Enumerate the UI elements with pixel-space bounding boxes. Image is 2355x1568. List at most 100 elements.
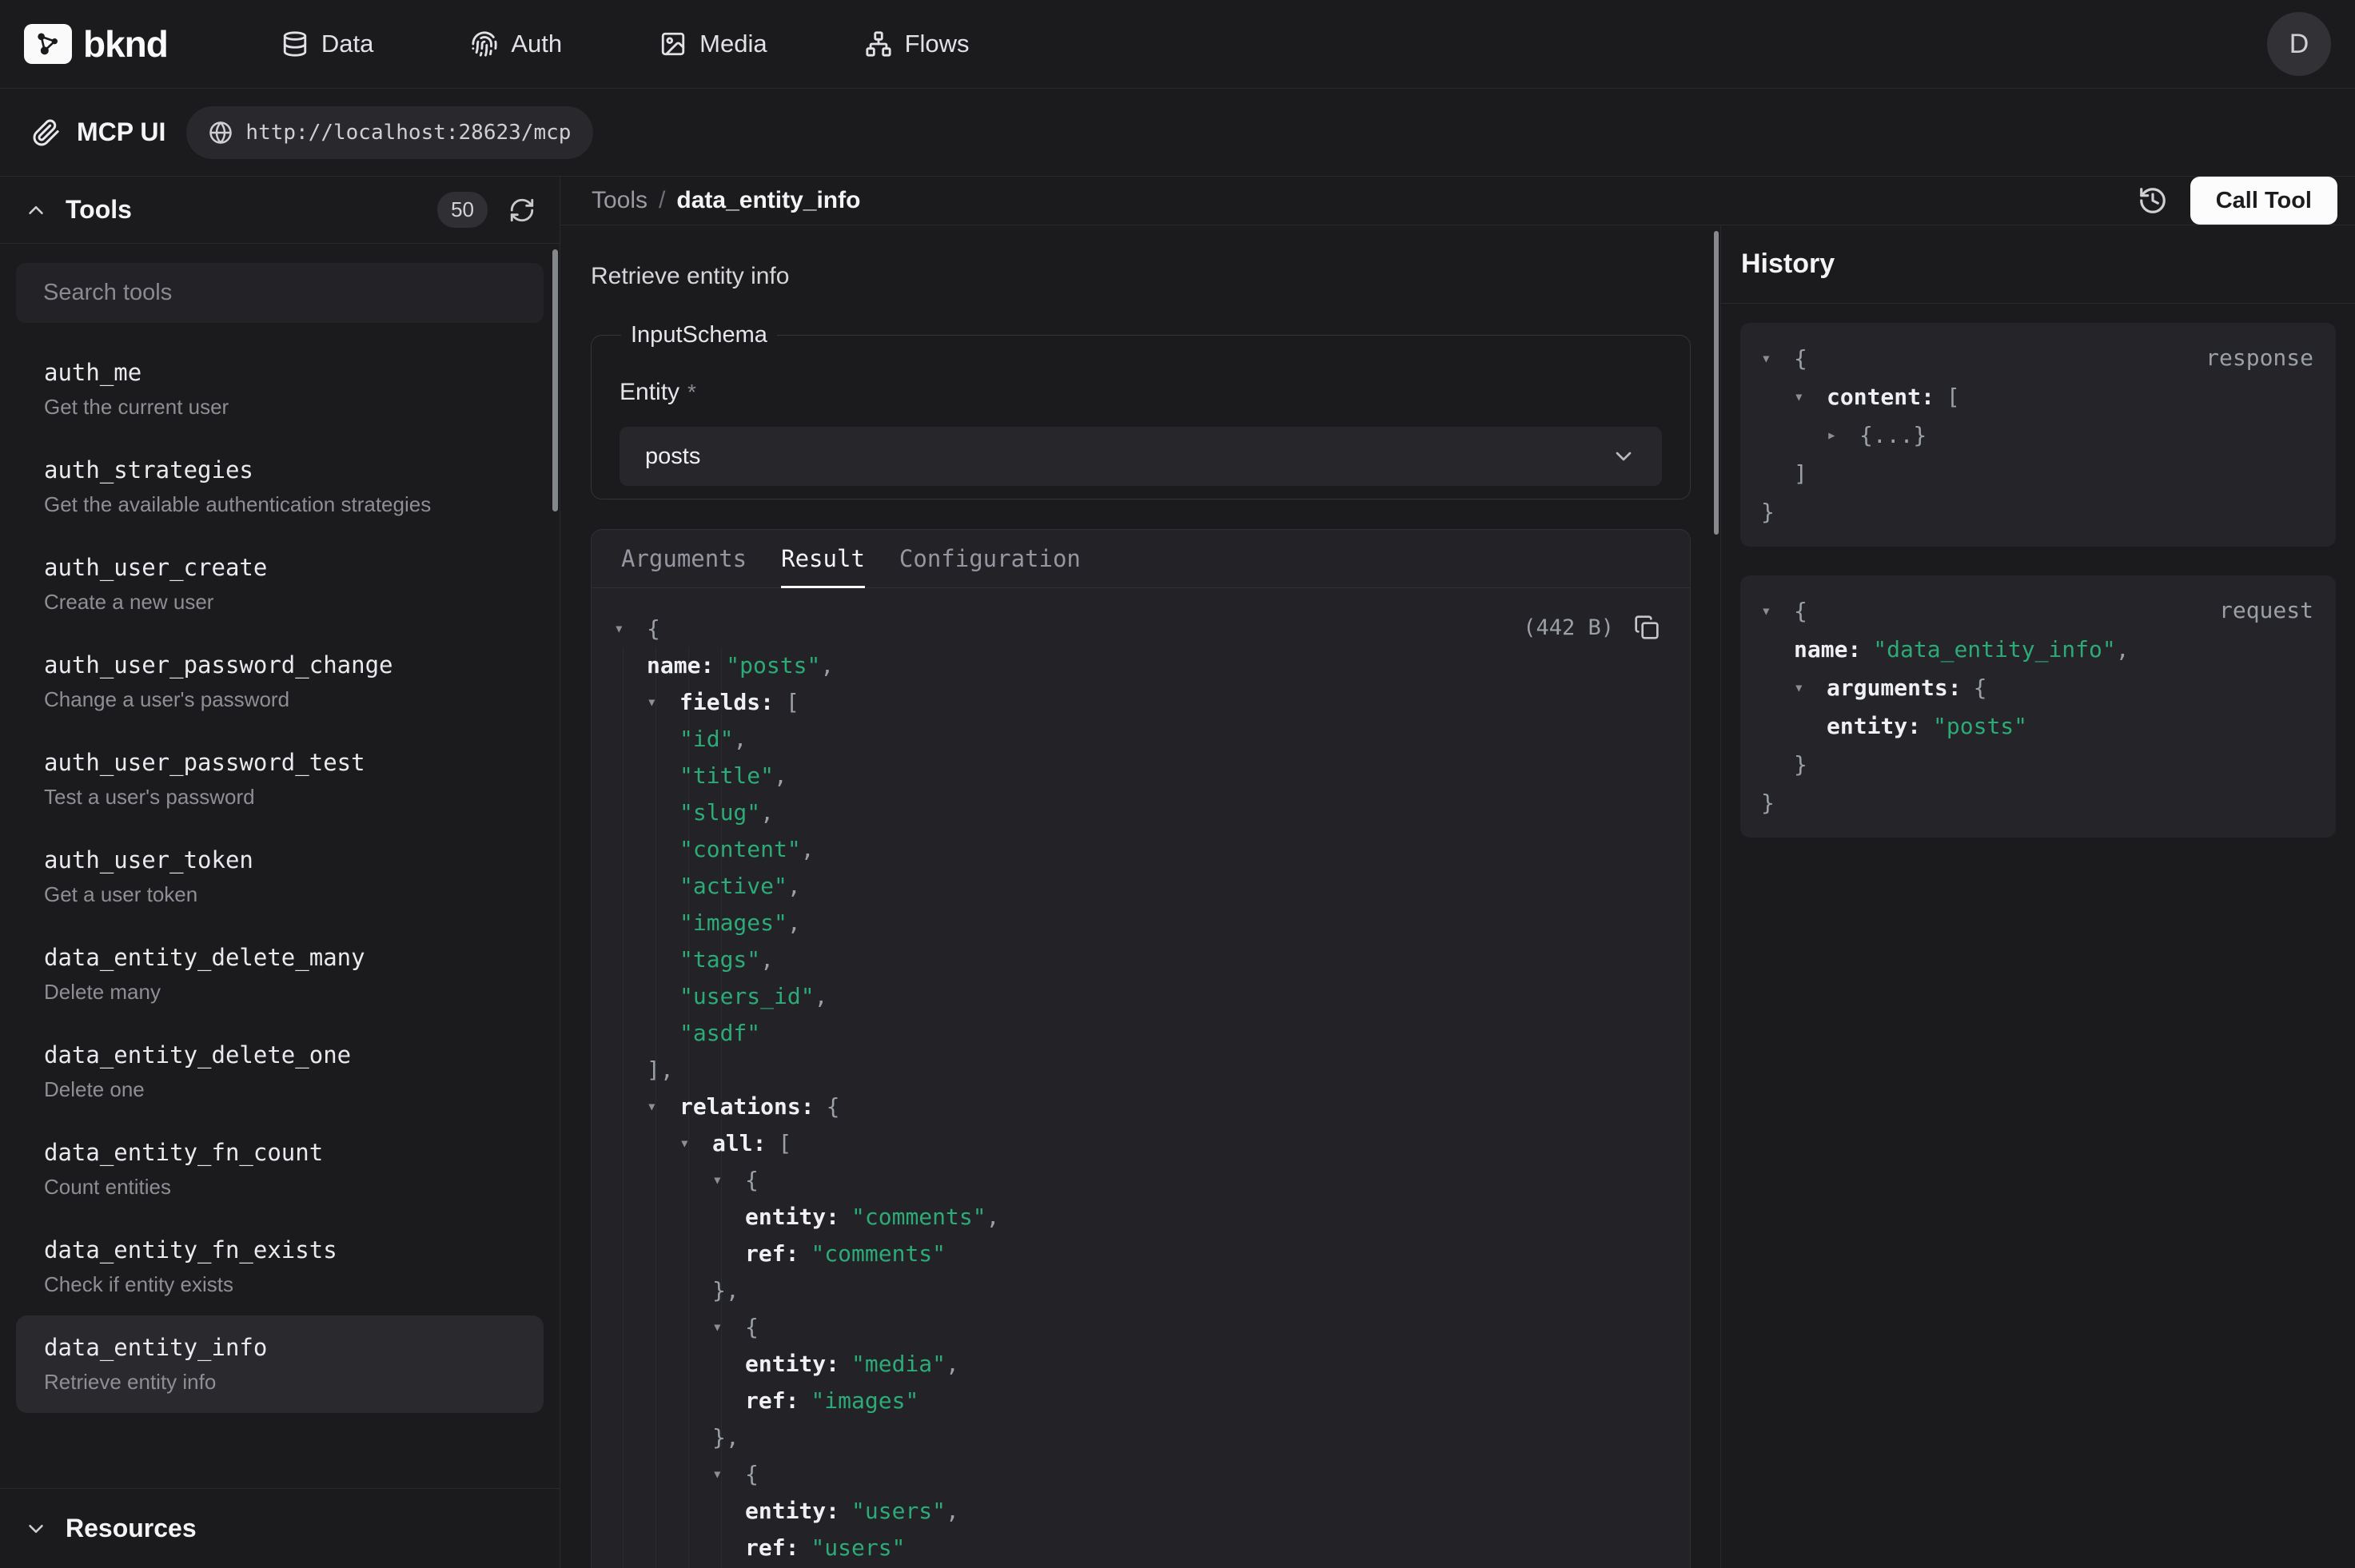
tool-list-item[interactable]: data_entity_fn_count Count entities [16,1120,544,1218]
tree-toggle-icon[interactable]: ▾ [1794,387,1827,406]
mcp-title: MCP UI [77,117,165,147]
json-key: all: [712,1130,766,1156]
json-key: name: [647,652,714,679]
tools-section-header: Tools 50 [0,177,560,244]
tool-description: Create a new user [44,590,516,615]
json-string-value: "posts" [1933,713,2027,739]
tool-list-item[interactable]: auth_user_create Create a new user [16,535,544,633]
json-line: } [1761,492,2315,531]
tree-toggle-icon[interactable]: ▾ [712,1317,745,1336]
result-json-lines: ▾ { name: "posts" [614,610,1668,1568]
nav-item-auth[interactable]: Auth [471,30,562,58]
tool-description: Test a user's password [44,785,516,810]
history-request-lines: ▾ { name: "data_entity [1761,591,2315,822]
tool-description: Delete one [44,1077,516,1102]
tool-list-item[interactable]: auth_me Get the current user [16,340,544,438]
nav-item-data[interactable]: Data [281,30,373,58]
input-schema-legend: InputSchema [621,322,777,348]
json-punctuation: , [2116,636,2130,663]
json-line: entity: "media" , [614,1345,1668,1382]
tool-description: Check if entity exists [44,1272,516,1297]
tool-name: data_entity_delete_many [44,944,516,971]
json-punctuation: , [815,983,828,1009]
json-line: ▾ arguments: { [1761,668,2315,706]
json-line: ▾ content: [ [1761,377,2315,416]
tab-configuration[interactable]: Configuration [899,530,1081,587]
tree-toggle-icon[interactable]: ▾ [614,619,647,638]
tools-sidebar: Tools 50 auth_me Get the current user [0,177,560,1568]
tool-list-item[interactable]: data_entity_fn_exists Check if entity ex… [16,1218,544,1315]
tab-arguments[interactable]: Arguments [621,530,747,587]
nav-item-flows[interactable]: Flows [865,30,970,58]
json-line: ▾ { [1761,339,2315,377]
tree-toggle-icon[interactable]: ▾ [1761,601,1794,620]
json-string-value: "content" [679,836,801,862]
json-punctuation: , [733,726,747,752]
user-avatar[interactable]: D [2267,12,2331,76]
tool-list-item[interactable]: data_entity_info Retrieve entity info [16,1315,544,1413]
json-punctuation: , [946,1498,959,1524]
json-punctuation: { [647,615,660,642]
tool-description-line: Retrieve entity info [591,263,1691,290]
refresh-icon[interactable] [508,197,536,224]
json-punctuation: , [946,1351,959,1377]
tools-list: auth_me Get the current user auth_strate… [16,340,544,1413]
tool-page-header: Tools / data_entity_info Call Tool [560,177,2355,225]
json-line: "tags" , [614,941,1668,977]
tree-toggle-icon[interactable]: ▾ [712,1464,745,1483]
brand[interactable]: bknd [24,22,168,66]
json-punctuation: {...} [1859,422,1927,448]
json-string-value: "comments" [811,1240,946,1267]
tree-toggle-icon[interactable]: ▾ [679,1133,712,1152]
tool-list-item[interactable]: auth_strategies Get the available authen… [16,438,544,535]
tools-title: Tools [66,195,132,225]
tree-toggle-icon[interactable]: ▾ [647,692,679,711]
tree-toggle-icon[interactable]: ▾ [647,1096,679,1116]
mcp-url-pill[interactable]: http://localhost:28623/mcp [186,106,593,159]
tool-name: data_entity_delete_one [44,1041,516,1069]
tool-list-item[interactable]: auth_user_password_test Test a user's pa… [16,730,544,828]
chevron-down-icon[interactable] [24,1517,48,1541]
app-root: bknd Data Auth Media [0,0,2355,1568]
tab-result[interactable]: Result [781,530,865,587]
history-icon[interactable] [2138,185,2168,216]
json-string-value: "users" [811,1534,905,1561]
resources-section-header[interactable]: Resources [0,1488,560,1568]
tree-toggle-icon[interactable]: ▾ [1761,348,1794,368]
tree-toggle-icon[interactable]: ▸ [1827,425,1859,444]
tool-name: data_entity_fn_exists [44,1236,516,1264]
breadcrumb-tools[interactable]: Tools [592,187,648,214]
json-string-value: "posts" [726,652,820,679]
json-line: "asdf" [614,1014,1668,1051]
json-punctuation: [ [778,1130,791,1156]
tool-list-item[interactable]: auth_user_password_change Change a user'… [16,633,544,730]
entity-select[interactable]: posts [620,427,1662,486]
json-line: } [1761,745,2315,783]
nav-item-media[interactable]: Media [659,30,767,58]
json-punctuation: , [787,909,801,936]
entity-select-value: posts [645,444,700,470]
required-asterisk: * [687,380,696,404]
tool-name: auth_user_token [44,846,516,874]
chevron-up-icon[interactable] [24,198,48,222]
json-line: ref: "images" [614,1382,1668,1419]
json-punctuation: , [801,836,815,862]
history-panel: History response ▾ [1721,225,2355,1568]
tree-toggle-icon[interactable]: ▾ [1794,678,1827,697]
json-punctuation: [ [786,689,799,715]
json-line: entity: "posts" [1761,706,2315,745]
history-entry-request[interactable]: request ▾ { [1740,575,2336,838]
fingerprint-icon [471,30,498,58]
history-entry-response[interactable]: response ▾ { [1740,323,2336,547]
search-input[interactable] [16,263,544,323]
main-scrollbar-thumb[interactable] [1714,231,1719,535]
tool-list-item[interactable]: data_entity_delete_one Delete one [16,1023,544,1120]
tool-list-item[interactable]: data_entity_delete_many Delete many [16,925,544,1023]
chevron-down-icon [1611,444,1636,469]
call-tool-button[interactable]: Call Tool [2190,177,2337,225]
tool-list-item[interactable]: auth_user_token Get a user token [16,828,544,925]
sidebar-scrollbar-thumb[interactable] [552,249,558,511]
json-key: fields: [679,689,774,715]
history-response-lines: ▾ { ▾ content: [1761,339,2315,531]
tree-toggle-icon[interactable]: ▾ [712,1170,745,1189]
